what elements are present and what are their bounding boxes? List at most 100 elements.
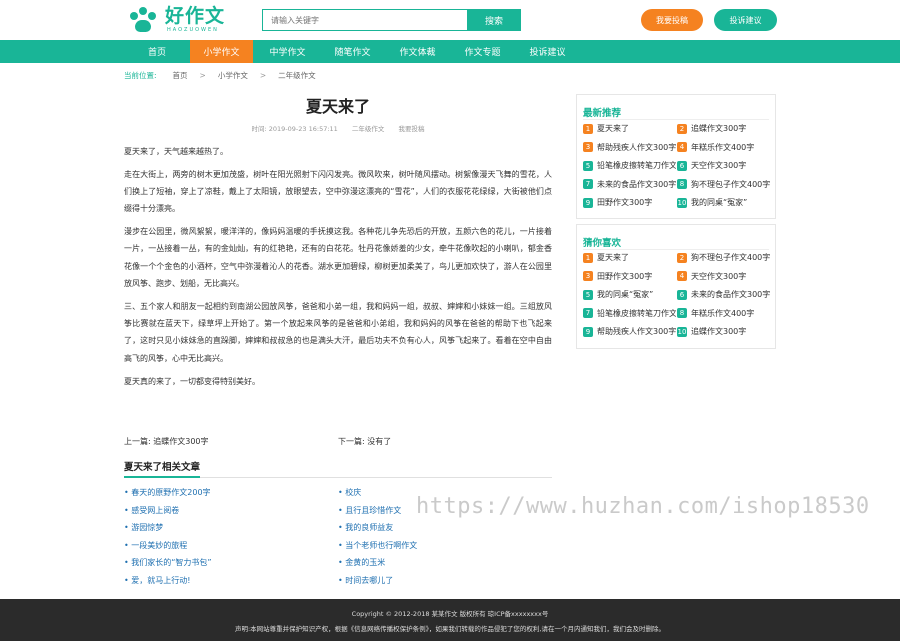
article-paragraph: 走在大街上，两旁的树木更加茂盛，树叶在阳光照射下闪闪发亮。微风吹来，树叶随风摆动… bbox=[124, 169, 552, 214]
rank-badge: 1 bbox=[583, 252, 593, 263]
nav-item-home[interactable]: 首页 bbox=[127, 40, 187, 63]
guess-item[interactable]: 5 我的同桌“冤家” bbox=[583, 288, 676, 301]
site-logo[interactable]: 好作文 HAOZUOWEN bbox=[127, 6, 225, 36]
rank-badge: 9 bbox=[583, 197, 593, 208]
prev-title[interactable]: 追蝶作文300字 bbox=[153, 437, 208, 446]
related-header: 夏天来了相关文章 bbox=[124, 460, 552, 478]
rank-badge: 9 bbox=[583, 326, 593, 337]
rank-badge: 3 bbox=[583, 142, 593, 152]
guess-item[interactable]: 2 狗不理包子作文400字 bbox=[677, 251, 770, 264]
related-link[interactable]: • 校庆 bbox=[338, 484, 361, 502]
article-category[interactable]: 二年级作文 bbox=[352, 125, 385, 133]
guess-item[interactable]: 3 田野作文300字 bbox=[583, 270, 676, 283]
breadcrumb-subcategory[interactable]: 二年级作文 bbox=[278, 70, 316, 81]
related-link[interactable]: • 春天的原野作文200字 bbox=[124, 484, 211, 502]
related-link[interactable]: • 且行且珍惜作文 bbox=[338, 502, 401, 520]
next-title: 没有了 bbox=[367, 437, 392, 446]
footer-copyright: Copyright © 2012-2018 某某作文 版权所有 琼ICP备xxx… bbox=[351, 610, 549, 618]
latest-item[interactable]: 10 我的同桌“冤家” bbox=[677, 196, 770, 209]
related-link[interactable]: • 时间去哪儿了 bbox=[338, 572, 393, 590]
latest-item[interactable]: 5 铅笔橡皮擦转笔刀作文 bbox=[583, 159, 676, 172]
nav-item-genres[interactable]: 作文体裁 bbox=[386, 40, 449, 63]
latest-recommend-box: 最新推荐 1 夏天来了 2 追蝶作文300字 3 帮助残疾人作文300字 4 年糕乐作文… bbox=[576, 94, 776, 219]
latest-item[interactable]: 9 田野作文300字 bbox=[583, 196, 676, 209]
nav-item-essay-notes[interactable]: 随笔作文 bbox=[321, 40, 384, 63]
article-paragraph: 漫步在公园里，微风絮絮，暖洋洋的，像妈妈温暖的手抚摸这我。各种花儿争先恐后的开放… bbox=[124, 227, 552, 289]
guess-item[interactable]: 8 年糕乐作文400字 bbox=[677, 307, 770, 320]
guess-you-like-box: 猜你喜欢 1 夏天来了 2 狗不理包子作文400字 3 田野作文300字 4 天空作文3… bbox=[576, 224, 776, 349]
watermark: https://www.huzhan.com/ishop18530 bbox=[416, 494, 870, 519]
guess-title: 猜你喜欢 bbox=[583, 238, 622, 249]
breadcrumb: 当前位置: 首页 > 小学作文 > 二年级作文 bbox=[124, 69, 316, 81]
logo-subtitle: HAOZUOWEN bbox=[167, 27, 219, 33]
related-link[interactable]: • 游园惊梦 bbox=[124, 519, 163, 537]
related-link[interactable]: • 金黄的玉米 bbox=[338, 554, 385, 572]
guess-item[interactable]: 9 帮助残疾人作文300字 bbox=[583, 325, 676, 338]
related-link[interactable]: • 我们家长的“智力书包” bbox=[124, 554, 212, 572]
related-link[interactable]: • 感受网上阅卷 bbox=[124, 502, 179, 520]
prev-label: 上一篇: bbox=[124, 437, 154, 446]
guess-item[interactable]: 7 铅笔橡皮擦转笔刀作文 bbox=[583, 307, 676, 320]
related-title: 夏天来了相关文章 bbox=[124, 460, 201, 478]
latest-item[interactable]: 7 未来的食品作文300字 bbox=[583, 178, 676, 191]
rank-badge: 1 bbox=[583, 123, 593, 134]
related-link[interactable]: • 当个老师也行啊作文 bbox=[338, 537, 417, 555]
rank-badge: 8 bbox=[677, 308, 687, 318]
latest-item[interactable]: 8 狗不理包子作文400字 bbox=[677, 178, 770, 191]
rank-badge: 7 bbox=[583, 179, 593, 189]
rank-badge: 6 bbox=[677, 289, 687, 300]
article-author[interactable]: 我要投稿 bbox=[398, 125, 424, 133]
logo-title: 好作文 bbox=[165, 5, 226, 27]
submit-article-button[interactable]: 我要投稿 bbox=[641, 9, 703, 31]
prev-next-nav: 上一篇: 追蝶作文300字 下一篇: 没有了 bbox=[124, 436, 552, 448]
guess-item[interactable]: 1 夏天来了 bbox=[583, 251, 676, 264]
site-header: 好作文 HAOZUOWEN 搜索 我要投稿 投诉建议 bbox=[0, 0, 900, 40]
footer-disclaimer: 声明:本网站尊重并保护知识产权，根据《信息网络传播权保护条例》，如果我们转载的作… bbox=[234, 625, 665, 633]
article-paragraph: 夏天真的来了，一切都变得特别美好。 bbox=[124, 376, 260, 386]
latest-title: 最新推荐 bbox=[583, 108, 622, 119]
guess-item[interactable]: 6 未来的食品作文300字 bbox=[677, 288, 770, 301]
rank-badge: 4 bbox=[677, 142, 687, 152]
complaint-button[interactable]: 投诉建议 bbox=[714, 9, 777, 31]
search-input[interactable] bbox=[262, 9, 467, 31]
nav-item-topics[interactable]: 作文专题 bbox=[451, 40, 514, 63]
latest-item[interactable]: 1 夏天来了 bbox=[583, 122, 676, 135]
rank-badge: 8 bbox=[677, 179, 687, 189]
rank-badge: 2 bbox=[677, 252, 687, 263]
breadcrumb-category[interactable]: 小学作文 bbox=[218, 70, 248, 81]
prev-article-link[interactable]: 上一篇: 追蝶作文300字 bbox=[124, 436, 209, 447]
rank-badge: 10 bbox=[677, 197, 687, 208]
latest-item[interactable]: 3 帮助残疾人作文300字 bbox=[583, 141, 676, 154]
latest-item[interactable]: 4 年糕乐作文400字 bbox=[677, 141, 770, 154]
article-title: 夏天来了 bbox=[305, 97, 370, 116]
guess-item[interactable]: 10 追蝶作文300字 bbox=[677, 325, 770, 338]
breadcrumb-label: 当前位置: bbox=[124, 70, 157, 80]
rank-badge: 7 bbox=[583, 308, 593, 318]
nav-item-middle-essays[interactable]: 中学作文 bbox=[256, 40, 319, 63]
article-time: 时间: 2019-09-23 16:57:11 bbox=[251, 125, 338, 133]
next-article-link[interactable]: 下一篇: 没有了 bbox=[338, 436, 391, 447]
article-paragraph: 夏天来了，天气越来越热了。 bbox=[124, 147, 228, 156]
breadcrumb-separator: > bbox=[199, 70, 206, 80]
guess-item[interactable]: 4 天空作文300字 bbox=[677, 270, 770, 283]
nav-item-primary-essays[interactable]: 小学作文 bbox=[190, 40, 253, 63]
nav-item-complaints[interactable]: 投诉建议 bbox=[516, 40, 579, 63]
rank-badge: 5 bbox=[583, 289, 593, 300]
breadcrumb-separator: > bbox=[259, 70, 267, 80]
site-footer: Copyright © 2012-2018 某某作文 版权所有 琼ICP备xxx… bbox=[0, 599, 900, 641]
related-link[interactable]: • 爱，就马上行动! bbox=[124, 572, 190, 590]
paw-icon bbox=[127, 6, 159, 34]
search-bar: 搜索 bbox=[262, 9, 521, 31]
article: 夏天来了 时间: 2019-09-23 16:57:11 二年级作文 我要投稿 … bbox=[124, 94, 552, 395]
rank-badge: 3 bbox=[583, 271, 593, 281]
rank-badge: 2 bbox=[677, 123, 687, 134]
rank-badge: 4 bbox=[677, 271, 687, 281]
rank-badge: 6 bbox=[677, 160, 687, 171]
search-button[interactable]: 搜索 bbox=[467, 9, 521, 31]
latest-item[interactable]: 6 天空作文300字 bbox=[677, 159, 770, 172]
breadcrumb-home[interactable]: 首页 bbox=[173, 70, 188, 81]
related-link[interactable]: • 一段美妙的旅程 bbox=[124, 537, 187, 555]
related-link[interactable]: • 我的良师益友 bbox=[338, 519, 393, 537]
main-nav: 首页 小学作文 中学作文 随笔作文 作文体裁 作文专题 投诉建议 bbox=[0, 40, 900, 63]
latest-item[interactable]: 2 追蝶作文300字 bbox=[677, 122, 770, 135]
